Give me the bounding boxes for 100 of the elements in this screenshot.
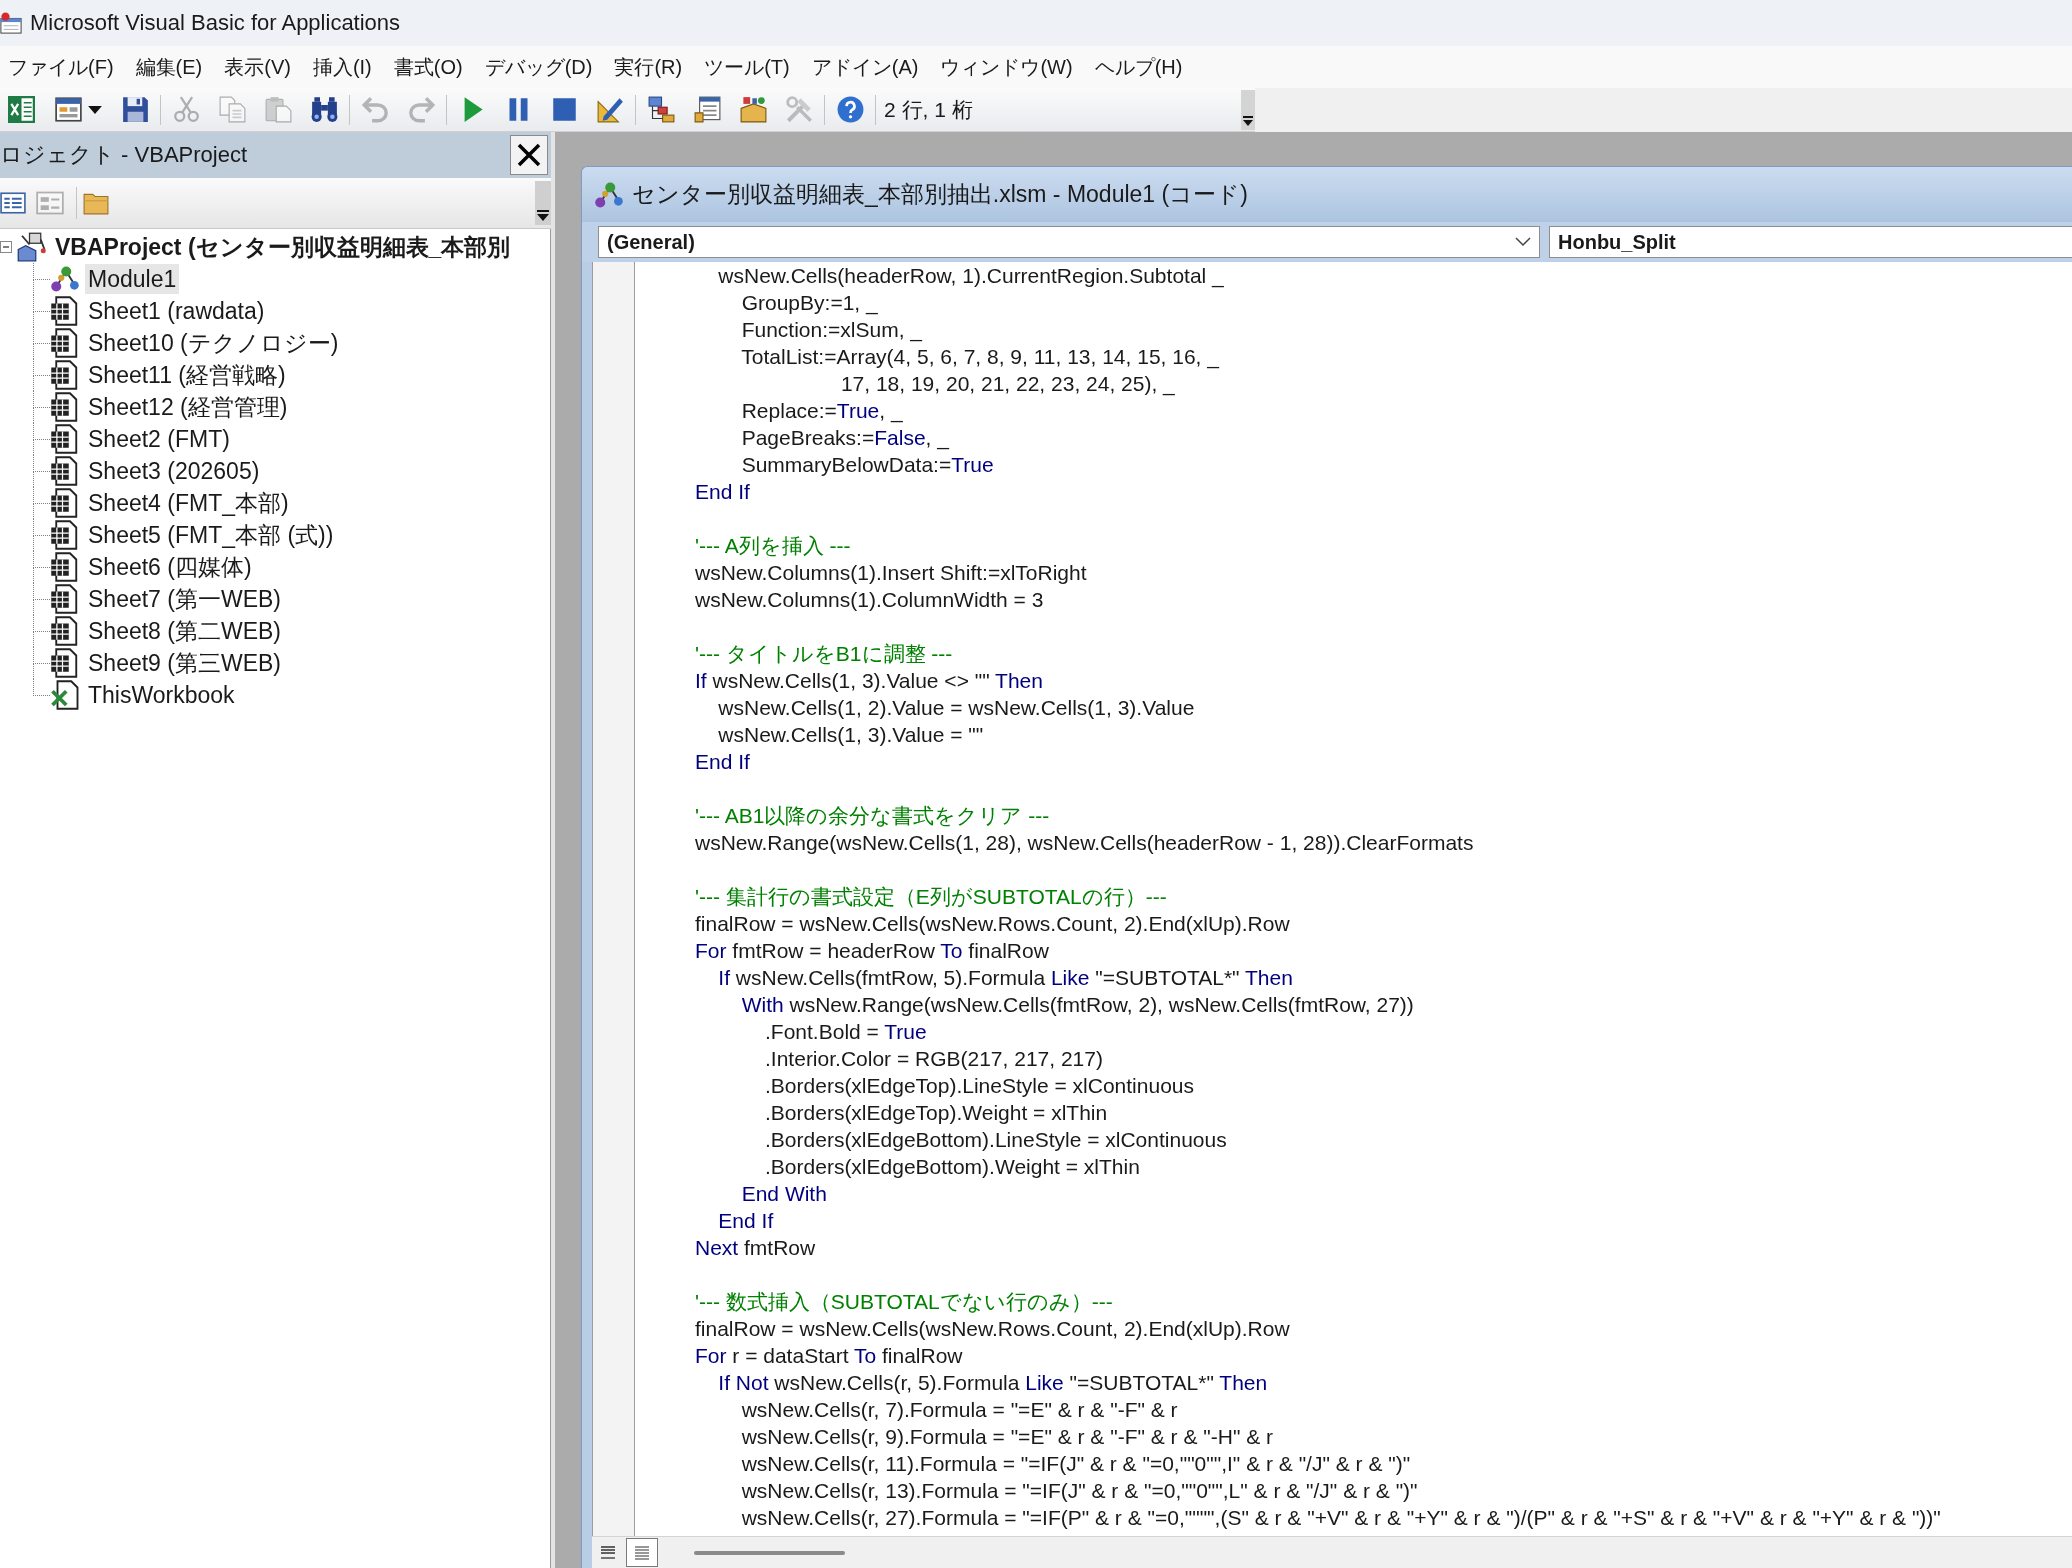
- sheet-icon: [50, 488, 80, 518]
- caret-icon: [87, 105, 102, 114]
- tree-item[interactable]: Module1: [85, 264, 180, 294]
- redo-icon: [407, 96, 435, 123]
- code-line: If Not wsNew.Cells(r, 5).Formula Like "=SUBTOTAL*" Then: [718, 1371, 1268, 1394]
- tree-item[interactable]: ThisWorkbook: [85, 680, 238, 710]
- code-line: wsNew.Range(wsNew.Cells(1, 28), wsNew.Cells(headerRow - 1, 28)).ClearFormats: [695, 831, 1474, 854]
- code-line: wsNew.Columns(1).ColumnWidth = 3: [695, 588, 1044, 611]
- panel-title: ロジェクト - VBAProject: [0, 141, 248, 169]
- tree-item[interactable]: Sheet12 (経営管理): [85, 392, 291, 422]
- sheet-icon: [50, 424, 80, 454]
- scrollbar-thumb[interactable]: [694, 1550, 845, 1555]
- code-line: SummaryBelowData:=True: [741, 453, 994, 476]
- view-toggle-button[interactable]: [626, 1538, 658, 1567]
- stop-icon: [550, 96, 578, 123]
- menu-item[interactable]: 編集(E): [127, 49, 211, 85]
- tree-item[interactable]: Sheet11 (経営戦略): [85, 360, 289, 390]
- code-line: Function:=xlSum, _: [741, 318, 923, 341]
- code-comment: '--- AB1以降の余分な書式をクリア ---: [695, 804, 1050, 827]
- sheet-icon: [50, 584, 80, 614]
- menu-item[interactable]: 表示(V): [216, 49, 299, 85]
- code-line: Next fmtRow: [695, 1236, 816, 1259]
- close-icon: [517, 143, 541, 167]
- code-comment: '--- A列を挿入 ---: [695, 534, 851, 557]
- sheet-icon: [50, 552, 80, 582]
- menu-item[interactable]: デバッグ(D): [476, 49, 601, 85]
- copy-icon: [218, 96, 246, 123]
- code-line: GroupBy:=1, _: [741, 291, 878, 314]
- tree-item[interactable]: Sheet10 (テクノロジー): [85, 328, 342, 358]
- menu-item[interactable]: 実行(R): [606, 49, 691, 85]
- module-icon: [50, 264, 80, 294]
- tree-item[interactable]: VBAProject (センター別収益明細表_本部別: [52, 232, 514, 262]
- code-comment: '--- タイトルをB1に調整 ---: [695, 642, 953, 665]
- code-line: With wsNew.Range(wsNew.Cells(fmtRow, 2), wsNew.Cells(fmtRow, 27)): [741, 993, 1414, 1016]
- sheet-icon: [50, 616, 80, 646]
- workbook-icon: [50, 680, 80, 710]
- code-line: For fmtRow = headerRow To finalRow: [695, 939, 1049, 962]
- cursor-position: 2 行, 1 桁: [884, 96, 973, 123]
- toolbar-options-icon[interactable]: [535, 181, 551, 225]
- module-view-icon: [634, 1545, 650, 1560]
- code-line: For r = dataStart To finalRow: [695, 1344, 963, 1367]
- code-line: finalRow = wsNew.Cells(wsNew.Rows.Count, 2).End(xlUp).Row: [695, 912, 1290, 935]
- procedure-dropdown[interactable]: Honbu_Split: [1549, 226, 2072, 258]
- code-comment: '--- 数式挿入（SUBTOTALでない行のみ）---: [695, 1290, 1113, 1313]
- project-tree-icon: [647, 96, 675, 123]
- tree-item[interactable]: Sheet7 (第一WEB): [85, 584, 284, 614]
- close-button[interactable]: [510, 135, 548, 175]
- sheet-icon: [50, 520, 80, 550]
- chevron-down-icon: [1515, 237, 1531, 247]
- code-line: wsNew.Cells(r, 9).Formula = "=E" & r & "-F" & r & "-H" & r: [741, 1425, 1273, 1448]
- excel-icon: [7, 96, 35, 123]
- sheet-icon: [50, 648, 80, 678]
- code-line: wsNew.Cells(headerRow, 1).CurrentRegion.Subtotal _: [718, 264, 1224, 287]
- code-line: End With: [741, 1182, 827, 1205]
- code-line: PageBreaks:=False, _: [741, 426, 949, 449]
- tree-item[interactable]: Sheet8 (第二WEB): [85, 616, 284, 646]
- tree-item[interactable]: Sheet3 (202605): [85, 456, 263, 486]
- code-line: If wsNew.Cells(1, 3).Value <> "" Then: [695, 669, 1043, 692]
- tree-item[interactable]: Sheet2 (FMT): [85, 424, 233, 454]
- scissors-icon: [172, 96, 200, 123]
- code-line: wsNew.Cells(r, 7).Formula = "=E" & r & "-F" & r: [741, 1398, 1178, 1421]
- window-title: センター別収益明細表_本部別抽出.xlsm - Module1 (コード): [632, 180, 1248, 209]
- undo-icon: [361, 96, 389, 123]
- code-line: .Borders(xlEdgeTop).LineStyle = xlContinuous: [765, 1074, 1194, 1097]
- code-line: wsNew.Cells(r, 13).Formula = "=IF(J" & r & "=0,""0"",L" & r & "/J" & r & ")": [741, 1479, 1418, 1502]
- code-line: wsNew.Cells(1, 3).Value = "": [718, 723, 984, 746]
- menu-item[interactable]: ファイル(F): [0, 49, 122, 85]
- tree-item[interactable]: Sheet1 (rawdata): [85, 296, 268, 326]
- code-line: wsNew.Columns(1).Insert Shift:=xlToRight: [695, 561, 1087, 584]
- tree-item[interactable]: Sheet4 (FMT_本部): [85, 488, 292, 518]
- code-line: .Borders(xlEdgeBottom).LineStyle = xlContinuous: [765, 1128, 1227, 1151]
- tree-item[interactable]: Sheet6 (四媒体): [85, 552, 255, 582]
- code-comment: '--- 集計行の書式設定（E列がSUBTOTALの行）---: [695, 885, 1167, 908]
- window-title: Microsoft Visual Basic for Applications: [30, 10, 401, 36]
- sheet-icon: [50, 392, 80, 422]
- tree-item[interactable]: Sheet5 (FMT_本部 (式)): [85, 520, 337, 550]
- code-line: .Borders(xlEdgeTop).Weight = xlThin: [765, 1101, 1108, 1124]
- object-dropdown[interactable]: (General): [598, 226, 1540, 258]
- minus-box-icon[interactable]: [0, 241, 12, 253]
- tree-item[interactable]: Sheet9 (第三WEB): [85, 648, 284, 678]
- code-line: wsNew.Cells(r, 11).Formula = "=IF(J" & r & "=0,""0"",I" & r & "/J" & r & ")": [741, 1452, 1411, 1475]
- help-icon: [836, 96, 864, 123]
- menu-item[interactable]: ウィンドウ(W): [932, 49, 1081, 85]
- form-icon: [54, 96, 82, 123]
- menu-item[interactable]: 挿入(I): [304, 49, 380, 85]
- tools-icon: [785, 96, 813, 123]
- code-line: .Font.Bold = True: [765, 1020, 927, 1043]
- sheet-icon: [50, 328, 80, 358]
- menu-item[interactable]: ヘルプ(H): [1086, 49, 1191, 85]
- sheet-icon: [50, 456, 80, 486]
- menu-item[interactable]: アドイン(A): [803, 49, 927, 85]
- toolbar-options-icon[interactable]: [1241, 89, 1255, 130]
- app-icon: [0, 12, 22, 34]
- clipboard-icon: [264, 96, 292, 123]
- code-line: .Interior.Color = RGB(217, 217, 217): [765, 1047, 1103, 1070]
- code-view-icon: [0, 189, 26, 217]
- menu-item[interactable]: 書式(O): [385, 49, 471, 85]
- menu-item[interactable]: ツール(T): [696, 49, 798, 85]
- code-line: End If: [695, 750, 750, 773]
- code-line: wsNew.Cells(r, 27).Formula = "=IF(P" & r & "=0,"""",(S" & r & "+V" & r & "+Y" & r & ")/(P" & r & "+S" & r & "+V" & r & "+Y" & r & "))": [741, 1506, 1941, 1529]
